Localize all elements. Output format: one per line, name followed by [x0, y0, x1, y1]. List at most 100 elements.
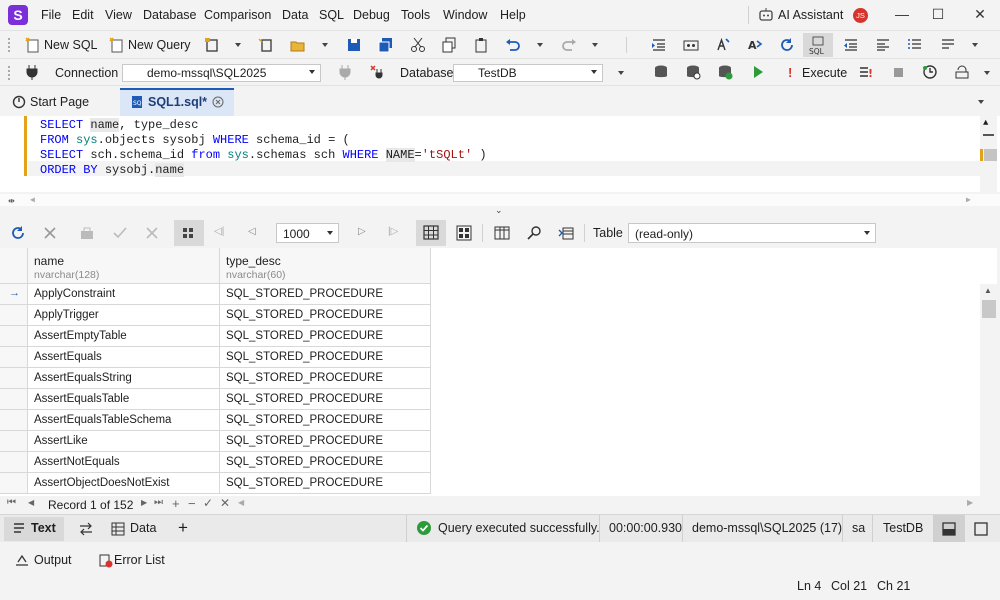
text-format-icon[interactable]: A [747, 37, 763, 56]
menu-file[interactable]: File [41, 8, 61, 22]
menu-view[interactable]: View [105, 8, 132, 22]
nav-add-icon[interactable]: + [172, 496, 180, 511]
text-tab[interactable]: Text [4, 517, 64, 541]
open-dropdown-icon[interactable] [322, 43, 328, 47]
outdent-icon[interactable] [843, 37, 859, 56]
layout-single-button[interactable] [966, 515, 998, 543]
nav-delete-icon[interactable]: − [188, 496, 196, 511]
last-page-icon[interactable]: |▷ [388, 226, 398, 237]
cell-name[interactable]: AssertNotEquals [28, 452, 220, 473]
toolbar-overflow-icon[interactable] [972, 43, 978, 47]
discard-icon[interactable] [144, 225, 160, 244]
cell-type-desc[interactable]: SQL_STORED_PROCEDURE [220, 284, 431, 305]
row-header[interactable] [0, 347, 28, 368]
row-header[interactable] [0, 389, 28, 410]
transaction-icon[interactable] [954, 64, 970, 83]
split-icon[interactable] [983, 134, 994, 136]
row-header[interactable] [0, 431, 28, 452]
new-query-button[interactable]: New Query [128, 38, 191, 52]
grid-scroll-left-icon[interactable]: ◀ [238, 498, 244, 507]
sql-mode-toggle[interactable]: SQL [803, 33, 833, 57]
menu-window[interactable]: Window [443, 8, 487, 22]
cell-name[interactable]: AssertEquals [28, 347, 220, 368]
user-avatar[interactable]: JS [853, 8, 868, 23]
redo-icon[interactable] [561, 37, 577, 56]
cell-name[interactable]: AssertEmptyTable [28, 326, 220, 347]
commit-icon[interactable] [112, 225, 128, 244]
database-overflow-icon[interactable] [618, 71, 624, 75]
columns-icon[interactable] [494, 225, 510, 244]
redo-dropdown-icon[interactable] [592, 43, 598, 47]
output-tab[interactable]: Output [34, 553, 72, 567]
column-header-type-desc[interactable]: type_desc nvarchar(60) [220, 248, 431, 284]
connection-select[interactable]: demo-mssql\SQL2025 [122, 64, 321, 82]
next-page-icon[interactable]: ▷ [358, 226, 366, 237]
menu-data[interactable]: Data [282, 8, 308, 22]
column-header-name[interactable]: name nvarchar(128) [28, 248, 220, 284]
code-line[interactable]: ORDER BY sysobj.name [40, 163, 185, 178]
cell-type-desc[interactable]: SQL_STORED_PROCEDURE [220, 305, 431, 326]
code-snippet-icon[interactable] [683, 37, 699, 56]
grid-scroll-thumb[interactable] [982, 300, 996, 318]
code-line[interactable]: SELECT name, type_desc [40, 118, 198, 133]
cell-type-desc[interactable]: SQL_STORED_PROCEDURE [220, 326, 431, 347]
menu-debug[interactable]: Debug [353, 8, 390, 22]
new-file-icon[interactable] [258, 37, 274, 56]
open-folder-icon[interactable] [290, 37, 306, 56]
cancel-icon[interactable] [42, 225, 58, 244]
results-splitter[interactable]: ⌄ [0, 205, 1000, 218]
cell-name[interactable]: AssertObjectDoesNotExist [28, 473, 220, 494]
view-mode-select[interactable]: (read-only) [628, 223, 876, 243]
refresh-icon[interactable] [779, 37, 795, 56]
collapse-results-icon[interactable]: ⌄ [495, 205, 503, 216]
sql-editor[interactable]: SELECT name, type_desc FROM sys.objects s… [0, 116, 1000, 208]
nav-prev-icon[interactable]: ◀ [28, 498, 34, 507]
grid-refresh-icon[interactable] [10, 225, 26, 244]
row-header[interactable] [0, 326, 28, 347]
find-icon[interactable] [526, 225, 542, 244]
new-item-dropdown-icon[interactable] [235, 43, 241, 47]
cell-type-desc[interactable]: SQL_STORED_PROCEDURE [220, 452, 431, 473]
database-select[interactable]: TestDB [453, 64, 603, 82]
prev-page-icon[interactable]: ◁ [248, 226, 256, 237]
history-icon[interactable] [922, 64, 938, 83]
row-header[interactable] [0, 368, 28, 389]
card-view-icon[interactable] [456, 225, 472, 244]
new-item-icon[interactable] [204, 37, 220, 56]
editor-scroll-thumb[interactable] [984, 149, 997, 161]
grid-scrollbar[interactable]: ▲ [980, 284, 997, 496]
menu-help[interactable]: Help [500, 8, 526, 22]
tab-start-page[interactable]: Start Page [0, 88, 120, 116]
execute-selection-icon[interactable]: ! [858, 64, 874, 83]
menu-edit[interactable]: Edit [72, 8, 94, 22]
maximize-icon[interactable]: ☐ [928, 6, 948, 24]
indent-icon[interactable] [651, 37, 667, 56]
grid-mode-toggle[interactable] [174, 220, 204, 246]
code-line[interactable]: SELECT sch.schema_id from sys.schemas sc… [40, 148, 487, 163]
grid-scroll-up-icon[interactable]: ▲ [984, 286, 992, 295]
format-icon[interactable] [715, 37, 731, 56]
scroll-left-icon[interactable]: ◀ [30, 195, 35, 205]
copy-icon[interactable] [441, 37, 457, 56]
db-tools-icon[interactable] [653, 64, 669, 83]
align-icon[interactable] [875, 37, 891, 56]
paste-icon[interactable] [473, 37, 489, 56]
error-list-tab[interactable]: Error List [114, 553, 165, 567]
row-header[interactable] [0, 305, 28, 326]
scroll-right-icon[interactable]: ▶ [966, 195, 971, 205]
row-header[interactable] [0, 473, 28, 494]
stop-icon[interactable] [890, 64, 906, 83]
list-icon[interactable] [907, 37, 923, 56]
new-sql-button[interactable]: New SQL [44, 38, 98, 52]
disconnect-icon[interactable] [337, 64, 353, 83]
menu-comparison[interactable]: Comparison [204, 8, 271, 22]
scroll-up-icon[interactable]: ▲ [983, 118, 988, 128]
code-line[interactable]: FROM sys.objects sysobj WHERE schema_id … [40, 133, 350, 148]
save-all-icon[interactable] [378, 37, 394, 56]
grid-corner[interactable] [0, 248, 28, 284]
nav-post-icon[interactable]: ✓ [203, 496, 213, 510]
save-icon[interactable] [346, 37, 362, 56]
menu-database[interactable]: Database [143, 8, 197, 22]
export-icon[interactable] [558, 225, 574, 244]
row-header[interactable] [0, 452, 28, 473]
